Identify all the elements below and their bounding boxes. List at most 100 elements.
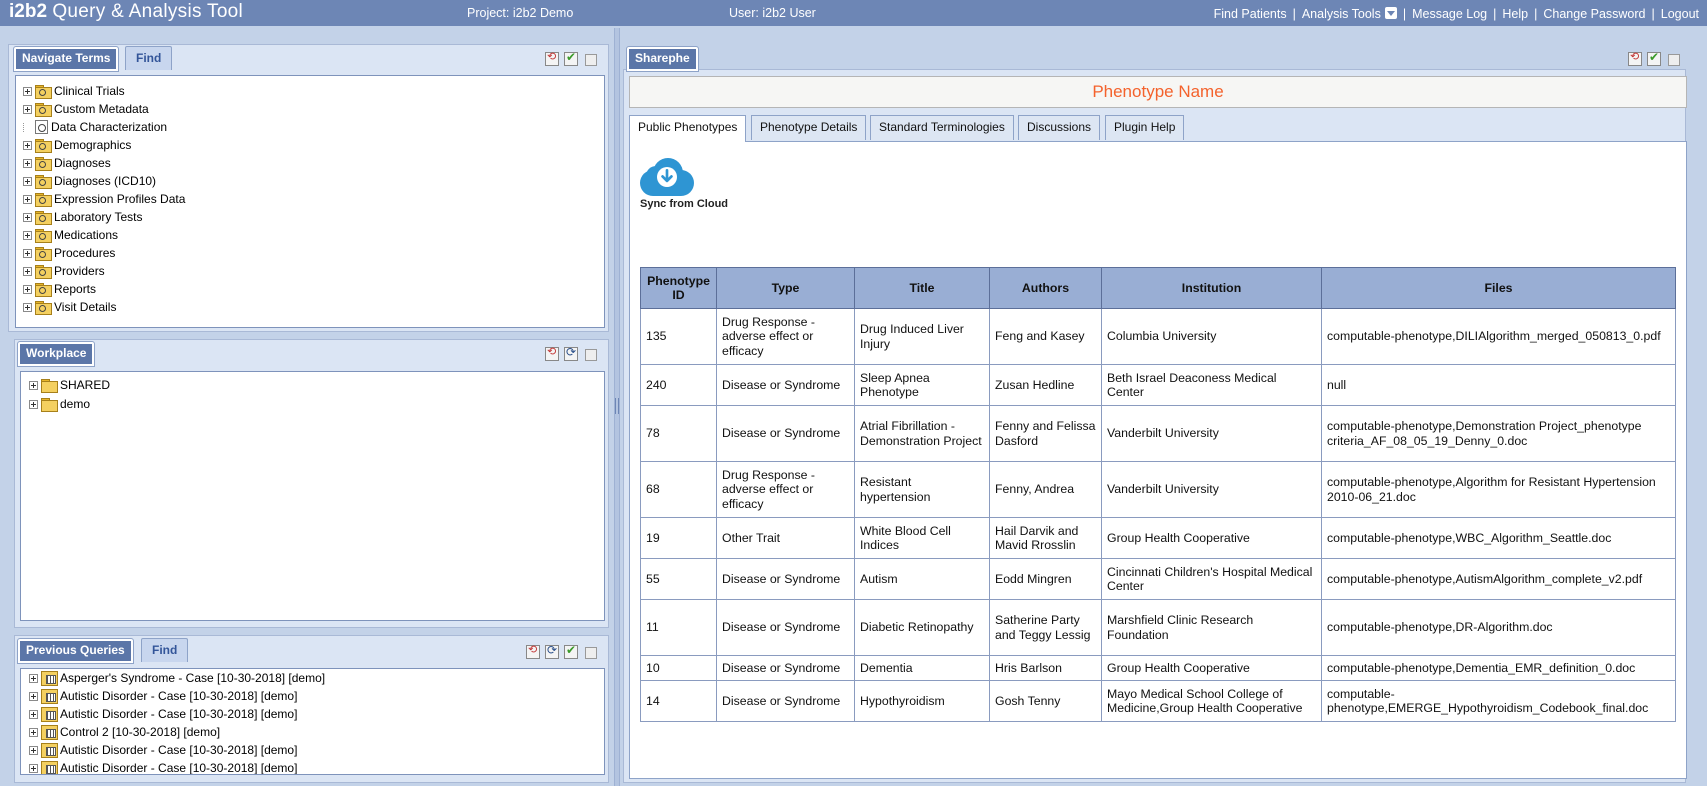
refresh-icon[interactable] (564, 345, 578, 361)
check-icon[interactable] (564, 643, 578, 659)
export-icon[interactable] (1628, 50, 1642, 66)
sync-from-cloud-label[interactable]: Sync from Cloud (640, 198, 728, 210)
refresh-icon[interactable] (545, 643, 559, 659)
check-icon[interactable] (564, 50, 578, 66)
tab-find-terms[interactable]: Find (125, 46, 173, 70)
expand-icon[interactable] (23, 158, 32, 168)
col-authors[interactable]: Authors (989, 267, 1102, 309)
menu-message-log[interactable]: Message Log (1412, 7, 1487, 21)
col-files[interactable]: Files (1321, 267, 1676, 309)
tree-item[interactable]: Diagnoses (23, 154, 111, 172)
tab-plugin-help[interactable]: Plugin Help (1105, 115, 1185, 140)
query-item[interactable]: Autistic Disorder - Case [10-30-2018] [d… (29, 687, 297, 705)
expand-icon[interactable] (29, 745, 38, 755)
tab-previous-queries[interactable]: Previous Queries (17, 638, 134, 664)
tree-item[interactable]: demo (29, 395, 90, 413)
menu-find-patients[interactable]: Find Patients (1214, 7, 1287, 21)
sharephe-toolbar (1628, 50, 1680, 66)
tree-item[interactable]: Medications (23, 226, 118, 244)
tree-item[interactable]: Visit Details (23, 298, 116, 316)
query-item[interactable]: Control 2 [10-30-2018] [demo] (29, 723, 220, 741)
tab-discussions[interactable]: Discussions (1018, 115, 1101, 140)
export-icon[interactable] (545, 345, 559, 361)
expand-icon[interactable] (23, 302, 32, 312)
expand-icon[interactable] (29, 399, 38, 409)
window-icon[interactable] (583, 52, 597, 66)
chevron-down-icon[interactable] (1384, 7, 1397, 19)
query-item[interactable]: Autistic Disorder - Case [10-30-2018] [d… (29, 705, 297, 723)
table-row[interactable]: 240 Disease or Syndrome Sleep Apnea Phenot… (640, 364, 1676, 406)
query-icon (41, 725, 58, 740)
query-item[interactable]: Autistic Disorder - Case [10-30-2018] [d… (29, 741, 297, 759)
table-row[interactable]: 10 Disease or Syndrome Dementia Hris Barlso… (640, 655, 1676, 681)
tree-item[interactable]: Procedures (23, 244, 115, 262)
col-institution[interactable]: Institution (1101, 267, 1322, 309)
expand-icon[interactable] (23, 248, 32, 258)
check-icon[interactable] (1647, 50, 1661, 66)
query-item[interactable]: Asperger's Syndrome - Case [10-30-2018] … (29, 669, 325, 687)
expand-icon[interactable] (29, 673, 38, 683)
menu-analysis-tools[interactable]: Analysis Tools (1302, 6, 1397, 21)
tab-workplace[interactable]: Workplace (16, 341, 96, 367)
folder-icon (35, 228, 52, 243)
tree-item[interactable]: Expression Profiles Data (23, 190, 185, 208)
query-item[interactable]: Autistic Disorder - Case [10-30-2018] [d… (29, 759, 297, 774)
top-bar: i2b2 Query & Analysis Tool Project: i2b2… (0, 0, 1707, 26)
tab-public-phenotypes[interactable]: Public Phenotypes (629, 115, 747, 142)
document-icon (35, 120, 48, 134)
expand-icon[interactable] (23, 212, 32, 222)
tree-item[interactable]: Data Characterization (23, 118, 167, 136)
table-row[interactable]: 14 Disease or Syndrome Hypothyroidism Gosh … (640, 680, 1676, 722)
table-row[interactable]: 19 Other Trait White Blood Cell Indices Hai… (640, 517, 1676, 559)
table-row[interactable]: 11 Disease or Syndrome Diabetic Retinopath… (640, 599, 1676, 656)
menu-help[interactable]: Help (1502, 7, 1528, 21)
export-icon[interactable] (526, 643, 540, 659)
expand-icon[interactable] (23, 140, 32, 150)
cloud-download-icon[interactable] (640, 156, 694, 196)
expand-icon[interactable] (23, 86, 32, 96)
col-phenotype-id[interactable]: Phenotype ID (640, 267, 717, 309)
expand-icon[interactable] (23, 176, 32, 186)
tree-item[interactable]: Reports (23, 280, 96, 298)
query-icon (41, 689, 58, 704)
table-row[interactable]: 78 Disease or Syndrome Atrial Fibrillation… (640, 405, 1676, 462)
app-logo: i2b2 Query & Analysis Tool (9, 1, 244, 22)
navigate-toolbar (545, 50, 597, 66)
tab-standard-terminologies[interactable]: Standard Terminologies (870, 115, 1014, 140)
tree-item[interactable]: Providers (23, 262, 105, 280)
panel-splitter[interactable] (614, 28, 620, 786)
expand-icon[interactable] (23, 266, 32, 276)
splitter-grip-icon[interactable] (615, 398, 619, 414)
table-row[interactable]: 68 Drug Response - adverse effect or effi… (640, 461, 1676, 518)
col-type[interactable]: Type (716, 267, 855, 309)
tab-sharephe[interactable]: Sharephe (626, 46, 699, 72)
tree-item[interactable]: Diagnoses (ICD10) (23, 172, 156, 190)
expand-icon[interactable] (29, 763, 38, 773)
tree-item[interactable]: Laboratory Tests (23, 208, 143, 226)
tab-navigate-terms[interactable]: Navigate Terms (12, 46, 120, 72)
expand-icon[interactable] (23, 194, 32, 204)
export-icon[interactable] (545, 50, 559, 66)
menu-change-password[interactable]: Change Password (1543, 7, 1645, 21)
window-icon[interactable] (1666, 52, 1680, 66)
expand-icon[interactable] (23, 284, 32, 294)
tree-item[interactable]: SHARED (29, 376, 110, 394)
expand-icon[interactable] (29, 709, 38, 719)
tree-item[interactable]: Custom Metadata (23, 100, 149, 118)
tab-phenotype-details[interactable]: Phenotype Details (751, 115, 867, 140)
table-row[interactable]: 55 Disease or Syndrome Autism Eodd Mingren C… (640, 558, 1676, 600)
col-title[interactable]: Title (854, 267, 990, 309)
expand-icon[interactable] (29, 380, 38, 390)
expand-icon[interactable] (23, 104, 32, 114)
table-row[interactable]: 135 Drug Response - adverse effect or eff… (640, 308, 1676, 365)
query-icon (41, 761, 58, 774)
window-icon[interactable] (583, 645, 597, 659)
expand-icon[interactable] (29, 727, 38, 737)
expand-icon[interactable] (23, 230, 32, 240)
tab-find-queries[interactable]: Find (141, 638, 189, 662)
expand-icon[interactable] (29, 691, 38, 701)
tree-item[interactable]: Clinical Trials (23, 82, 125, 100)
tree-item[interactable]: Demographics (23, 136, 131, 154)
menu-logout[interactable]: Logout (1661, 7, 1699, 21)
window-icon[interactable] (583, 347, 597, 361)
